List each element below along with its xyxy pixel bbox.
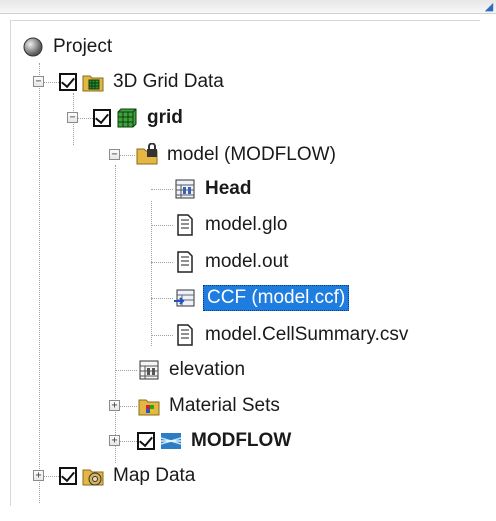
tree-label-grid: grid [147, 107, 183, 128]
tree-item-model-out[interactable]: model.out [173, 246, 290, 278]
text-file-icon [173, 323, 197, 347]
ccf-file-icon [173, 286, 197, 310]
modflow-icon [159, 429, 183, 453]
locked-folder-icon [135, 143, 159, 167]
tree-item-project[interactable]: Project [21, 31, 114, 63]
project-circle-icon [21, 35, 45, 59]
tree-label-head: Head [205, 178, 252, 199]
tree-label-model: model (MODFLOW) [167, 144, 336, 165]
map-folder-icon [81, 464, 105, 488]
window-top-strip: ◢ [0, 0, 496, 14]
tree-item-head[interactable]: Head [173, 173, 253, 205]
tree-label-model-out: model.out [205, 251, 289, 272]
tree-label-modflow: MODFLOW [191, 430, 292, 451]
tree-expander-modflow[interactable]: + [109, 435, 120, 446]
tree-expander-material-sets[interactable]: + [109, 400, 120, 411]
project-explorer-window: ◢ − − − + + + Project 3D Grid Data grid … [0, 0, 496, 521]
text-file-icon [173, 250, 197, 274]
checkbox-modflow[interactable] [137, 432, 155, 450]
tree-expander-model[interactable]: − [109, 149, 120, 160]
dataset-icon [173, 177, 197, 201]
checkbox-grid[interactable] [93, 109, 111, 127]
tree-expander-3d-grid-data[interactable]: − [33, 76, 44, 87]
text-file-icon [173, 213, 197, 237]
tree-label-ccf: CCF (model.ccf) [203, 285, 350, 311]
tree-expander-grid[interactable]: − [67, 112, 78, 123]
tree-label-project: Project [53, 36, 113, 57]
dataset-icon [137, 358, 161, 382]
tree-item-3d-grid-data[interactable]: 3D Grid Data [59, 66, 226, 98]
tree-item-map-data[interactable]: Map Data [59, 460, 197, 492]
tree-item-modflow[interactable]: MODFLOW [137, 425, 293, 457]
tree-item-elevation[interactable]: elevation [137, 354, 247, 386]
green-grid-icon [115, 106, 139, 130]
tree-item-ccf[interactable]: CCF (model.ccf) [173, 282, 350, 314]
pin-icon[interactable]: ◢ [482, 0, 496, 13]
tree-label-cell-summary: model.CellSummary.csv [205, 324, 409, 345]
tree-item-material-sets[interactable]: Material Sets [137, 390, 282, 422]
tree-label-material-sets: Material Sets [169, 395, 280, 416]
tree-label-3d-grid-data: 3D Grid Data [113, 71, 224, 92]
tree-item-model[interactable]: model (MODFLOW) [135, 139, 338, 171]
tree-item-cell-summary[interactable]: model.CellSummary.csv [173, 319, 410, 351]
tree-item-grid[interactable]: grid [93, 102, 185, 134]
tree-label-map-data: Map Data [113, 465, 196, 486]
checkbox-map-data[interactable] [59, 467, 77, 485]
tree-item-model-glo[interactable]: model.glo [173, 209, 289, 241]
3d-grid-folder-icon [81, 70, 105, 94]
tree-expander-map-data[interactable]: + [33, 470, 44, 481]
checkbox-3d-grid-data[interactable] [59, 73, 77, 91]
tree-label-model-glo: model.glo [205, 214, 288, 235]
tree-label-elevation: elevation [169, 359, 246, 380]
project-tree[interactable]: − − − + + + Project 3D Grid Data grid mo… [10, 20, 480, 506]
material-folder-icon [137, 394, 161, 418]
